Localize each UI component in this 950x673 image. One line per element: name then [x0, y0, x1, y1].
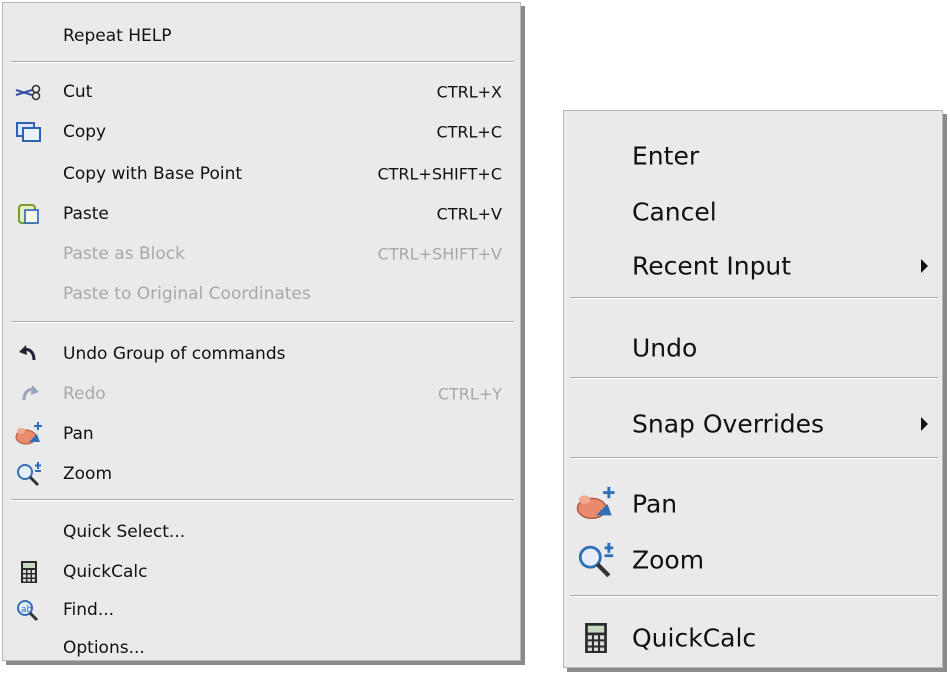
menu-item-label: Redo [63, 384, 106, 404]
context-menu-editing: Repeat HELP Cut CTRL+X Copy CTRL+C Copy … [2, 2, 521, 661]
menu-item-label: Copy with Base Point [63, 164, 243, 184]
calculator-icon [570, 616, 622, 660]
menu-item-label: Zoom [632, 545, 705, 575]
menu-item-label: Paste to Original Coordinates [63, 284, 311, 304]
menu-item-paste-as-block: Paste as Block CTRL+SHIFT+V [3, 235, 520, 273]
menu-item-copy-with-base-point[interactable]: Copy with Base Point CTRL+SHIFT+C [3, 155, 520, 193]
menu-separator [570, 297, 938, 299]
menu-separator [570, 595, 938, 597]
context-menu-command: Enter Cancel Recent Input Undo Snap Over… [563, 110, 943, 668]
menu-item-label: Snap Overrides [632, 409, 825, 439]
menu-item-label: Undo Group of commands [63, 344, 286, 364]
menu-item-label: Recent Input [632, 251, 792, 281]
menu-item-quickcalc[interactable]: QuickCalc [564, 611, 942, 665]
submenu-arrow-icon [921, 417, 928, 431]
menu-separator [570, 377, 938, 379]
shortcut-text: CTRL+C [436, 122, 502, 142]
shortcut-text: CTRL+X [436, 82, 502, 102]
menu-item-label: QuickCalc [632, 623, 757, 653]
menu-item-label: Copy [63, 122, 107, 142]
menu-item-label: Quick Select... [63, 522, 186, 542]
menu-item-label: Paste as Block [63, 244, 185, 264]
shortcut-text: CTRL+V [436, 204, 502, 224]
menu-item-label: Zoom [63, 464, 113, 484]
menu-item-repeat-help[interactable]: Repeat HELP [3, 17, 520, 55]
zoom-magnifier-icon [11, 459, 47, 489]
menu-separator [11, 499, 514, 501]
menu-item-pan[interactable]: Pan [3, 415, 520, 453]
menu-item-label: Find... [63, 600, 115, 620]
menu-separator [570, 457, 938, 459]
menu-item-label: Repeat HELP [63, 26, 172, 46]
menu-item-undo-group[interactable]: Undo Group of commands [3, 335, 520, 373]
submenu-arrow-icon [921, 259, 928, 273]
menu-item-label: Options... [63, 638, 145, 658]
menu-item-quickcalc[interactable]: QuickCalc [3, 553, 520, 591]
menu-item-copy[interactable]: Copy CTRL+C [3, 113, 520, 151]
menu-item-paste-to-original-coordinates: Paste to Original Coordinates [3, 275, 520, 313]
menu-item-find[interactable]: ab Find... [3, 591, 520, 629]
menu-item-label: QuickCalc [63, 562, 148, 582]
menu-separator [11, 321, 514, 323]
menu-item-pan[interactable]: Pan [564, 477, 942, 531]
shortcut-text: CTRL+Y [437, 384, 502, 404]
undo-icon [11, 339, 47, 369]
zoom-magnifier-icon [570, 538, 622, 582]
find-icon: ab [11, 595, 47, 625]
menu-item-cut[interactable]: Cut CTRL+X [3, 73, 520, 111]
menu-item-label: Cut [63, 82, 93, 102]
redo-icon [11, 379, 47, 409]
menu-item-label: Enter [632, 141, 700, 171]
menu-item-label: Undo [632, 333, 698, 363]
menu-item-recent-input[interactable]: Recent Input [564, 239, 942, 293]
pan-hand-icon [570, 482, 622, 526]
scissors-icon [11, 77, 47, 107]
menu-item-paste[interactable]: Paste CTRL+V [3, 195, 520, 233]
paste-icon [11, 199, 47, 229]
menu-item-snap-overrides[interactable]: Snap Overrides [564, 397, 942, 451]
menu-item-undo[interactable]: Undo [564, 321, 942, 375]
menu-item-label: Cancel [632, 197, 717, 227]
menu-item-label: Pan [63, 424, 94, 444]
menu-item-zoom[interactable]: Zoom [3, 455, 520, 493]
copy-icon [11, 117, 47, 147]
shortcut-text: CTRL+SHIFT+V [377, 244, 502, 264]
menu-item-quick-select[interactable]: Quick Select... [3, 513, 520, 551]
menu-item-enter[interactable]: Enter [564, 129, 942, 183]
menu-item-zoom[interactable]: Zoom [564, 533, 942, 587]
calculator-icon [11, 557, 47, 587]
menu-item-label: Paste [63, 204, 109, 224]
pan-hand-icon [11, 419, 47, 449]
shortcut-text: CTRL+SHIFT+C [377, 164, 502, 184]
menu-item-label: Pan [632, 489, 678, 519]
menu-item-options[interactable]: Options... [3, 629, 520, 667]
menu-item-cancel[interactable]: Cancel [564, 185, 942, 239]
menu-item-redo: Redo CTRL+Y [3, 375, 520, 413]
menu-separator [11, 61, 514, 63]
